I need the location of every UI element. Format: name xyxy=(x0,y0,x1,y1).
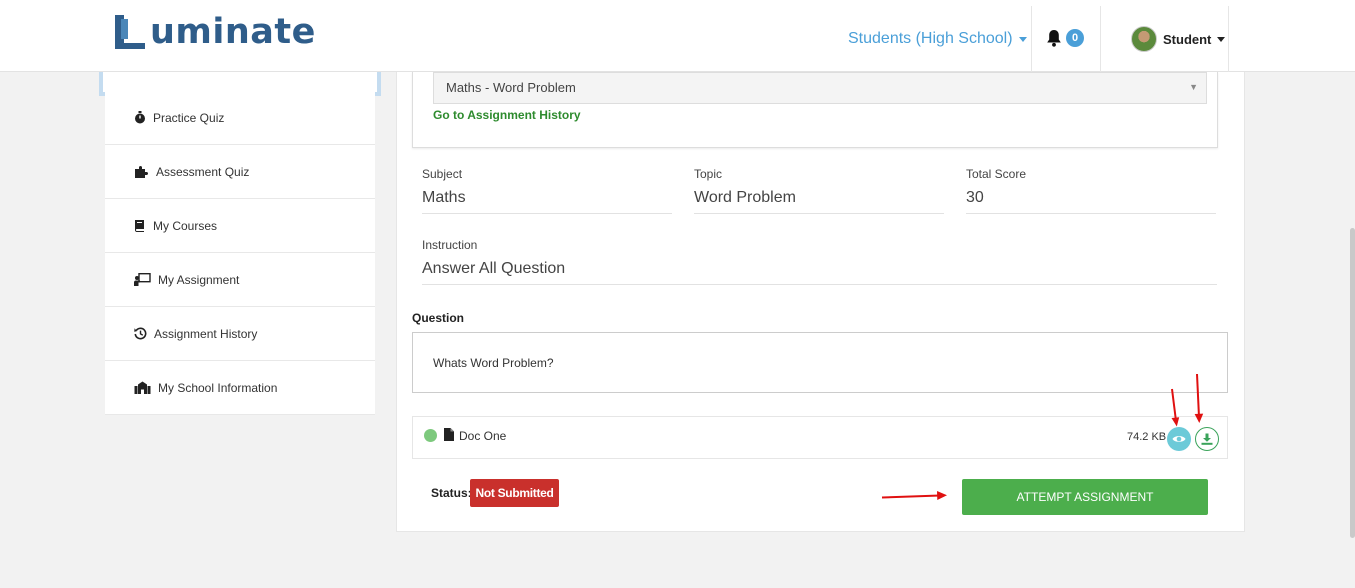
bell-icon xyxy=(1047,30,1061,47)
dropdown-arrow-icon: ▼ xyxy=(1189,82,1198,92)
sidebar-item-label: Assignment History xyxy=(154,326,258,341)
sidebar-item-label: Assessment Quiz xyxy=(156,164,250,179)
divider xyxy=(422,213,672,214)
divider xyxy=(694,213,944,214)
question-text: Whats Word Problem? xyxy=(433,356,554,370)
page-scrollbar[interactable] xyxy=(1349,72,1355,588)
scrollbar-thumb[interactable] xyxy=(1350,228,1355,538)
history-icon xyxy=(134,327,147,340)
status-dot-icon xyxy=(424,429,437,442)
download-icon xyxy=(1201,433,1213,445)
header-divider xyxy=(1100,6,1101,72)
topic-label: Topic xyxy=(694,167,723,181)
notifications-button[interactable]: 0 xyxy=(1046,29,1084,47)
sidebar-item-label: My Assignment xyxy=(158,272,240,287)
sidebar-item-my-school-information[interactable]: My School Information xyxy=(105,361,375,415)
annotation-arrow-icon xyxy=(881,491,947,500)
brand-name: uminate xyxy=(150,12,316,52)
logo-mark-icon xyxy=(115,15,145,49)
topic-value: Word Problem xyxy=(694,189,796,206)
divider xyxy=(966,213,1216,214)
divider xyxy=(422,284,1217,285)
sidebar-item-assignment-history[interactable]: Assignment History xyxy=(105,307,375,361)
question-box: Whats Word Problem? xyxy=(412,332,1228,393)
attempt-assignment-button[interactable]: ATTEMPT ASSIGNMENT xyxy=(962,479,1208,515)
sidebar-item-label: Practice Quiz xyxy=(153,110,225,125)
notification-count-badge: 0 xyxy=(1066,29,1084,47)
brand-logo[interactable]: uminate xyxy=(112,10,316,54)
chalkboard-teacher-icon xyxy=(134,273,151,286)
total-score-label: Total Score xyxy=(966,167,1027,181)
question-title: Question xyxy=(412,311,465,325)
assignment-select[interactable]: Maths - Word Problem ▼ xyxy=(433,72,1207,104)
puzzle-icon xyxy=(135,165,149,178)
instruction-label: Instruction xyxy=(422,238,478,252)
user-menu[interactable]: Student xyxy=(1131,26,1226,52)
header-divider xyxy=(1031,6,1032,72)
annotation-arrow-icon xyxy=(1171,388,1180,427)
total-score-value: 30 xyxy=(966,189,984,206)
header-divider xyxy=(1228,6,1229,72)
sidebar-item-label: My School Information xyxy=(158,380,278,395)
view-attachment-button[interactable] xyxy=(1167,427,1191,451)
attachment-name: Doc One xyxy=(459,429,507,443)
subject-label: Subject xyxy=(422,167,463,181)
subject-value: Maths xyxy=(422,189,466,206)
attachment-size: 74.2 KB xyxy=(1127,431,1167,443)
stopwatch-icon xyxy=(135,111,145,124)
chevron-down-icon xyxy=(1018,36,1027,42)
attachment-row: Doc One 74.2 KB xyxy=(412,416,1228,459)
school-icon xyxy=(134,381,151,394)
sidebar-item-practice-quiz[interactable]: Practice Quiz xyxy=(105,91,375,145)
instruction-value: Answer All Question xyxy=(422,260,566,277)
avatar xyxy=(1131,26,1157,52)
file-icon xyxy=(444,428,454,441)
book-icon xyxy=(135,220,144,232)
assignment-history-link[interactable]: Go to Assignment History xyxy=(433,108,581,122)
eye-icon xyxy=(1172,436,1186,442)
top-header: uminate Students (High School) 0 Student xyxy=(0,0,1355,72)
sidebar-item-label: My Courses xyxy=(153,218,218,233)
status-badge: Not Submitted xyxy=(470,479,559,507)
chevron-down-icon xyxy=(1217,36,1226,42)
role-selector[interactable]: Students (High School) xyxy=(848,30,1027,48)
sidebar-item-assessment-quiz[interactable]: Assessment Quiz xyxy=(105,145,375,199)
role-selector-label: Students (High School) xyxy=(848,30,1013,47)
download-attachment-button[interactable] xyxy=(1195,427,1219,451)
assignment-select-value: Maths - Word Problem xyxy=(446,80,576,95)
user-name: Student xyxy=(1163,31,1212,47)
sidebar-item-my-courses[interactable]: My Courses xyxy=(105,199,375,253)
sidebar-item-my-assignment[interactable]: My Assignment xyxy=(105,253,375,307)
annotation-arrow-icon xyxy=(1194,373,1204,423)
status-label: Status: xyxy=(431,486,472,500)
